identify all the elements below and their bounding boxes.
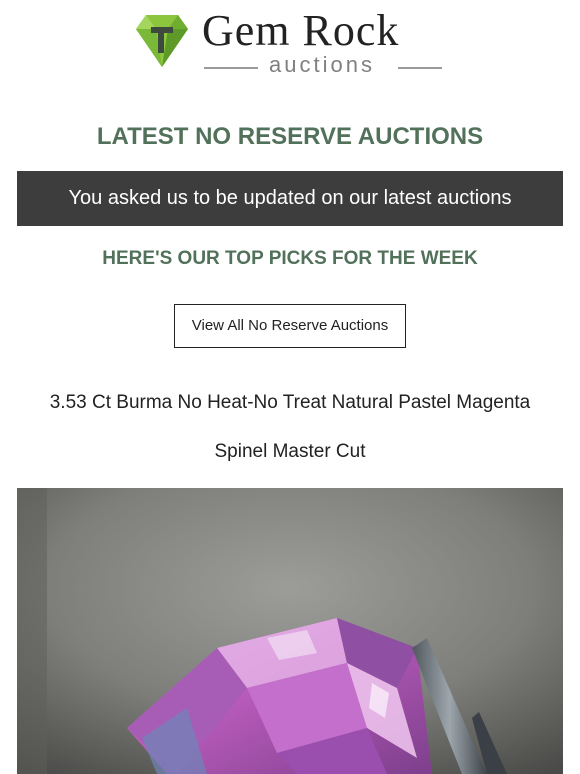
product-title[interactable]: 3.53 Ct Burma No Heat-No Treat Natural P…: [0, 378, 580, 476]
logo-divider-left: [204, 67, 258, 69]
gem-icon: [136, 15, 188, 67]
logo-subtitle: auctions: [269, 52, 375, 77]
brand-logo[interactable]: Gem Rock auctions: [0, 0, 580, 95]
page-headline: LATEST NO RESERVE AUCTIONS: [96, 123, 484, 150]
product-title-line-2: Spinel Master Cut: [214, 441, 366, 462]
logo-divider-right: [398, 67, 442, 69]
spinel-gemstone-image: [17, 488, 563, 774]
top-picks-heading: HERE'S OUR TOP PICKS FOR THE WEEK: [102, 248, 478, 269]
view-all-auctions-button[interactable]: View All No Reserve Auctions: [174, 304, 406, 348]
notice-banner: You asked us to be updated on our latest…: [17, 171, 563, 226]
product-photo[interactable]: [17, 488, 563, 774]
product-title-line-1: 3.53 Ct Burma No Heat-No Treat Natural P…: [49, 392, 531, 413]
logo-title: Gem Rock: [202, 6, 400, 55]
